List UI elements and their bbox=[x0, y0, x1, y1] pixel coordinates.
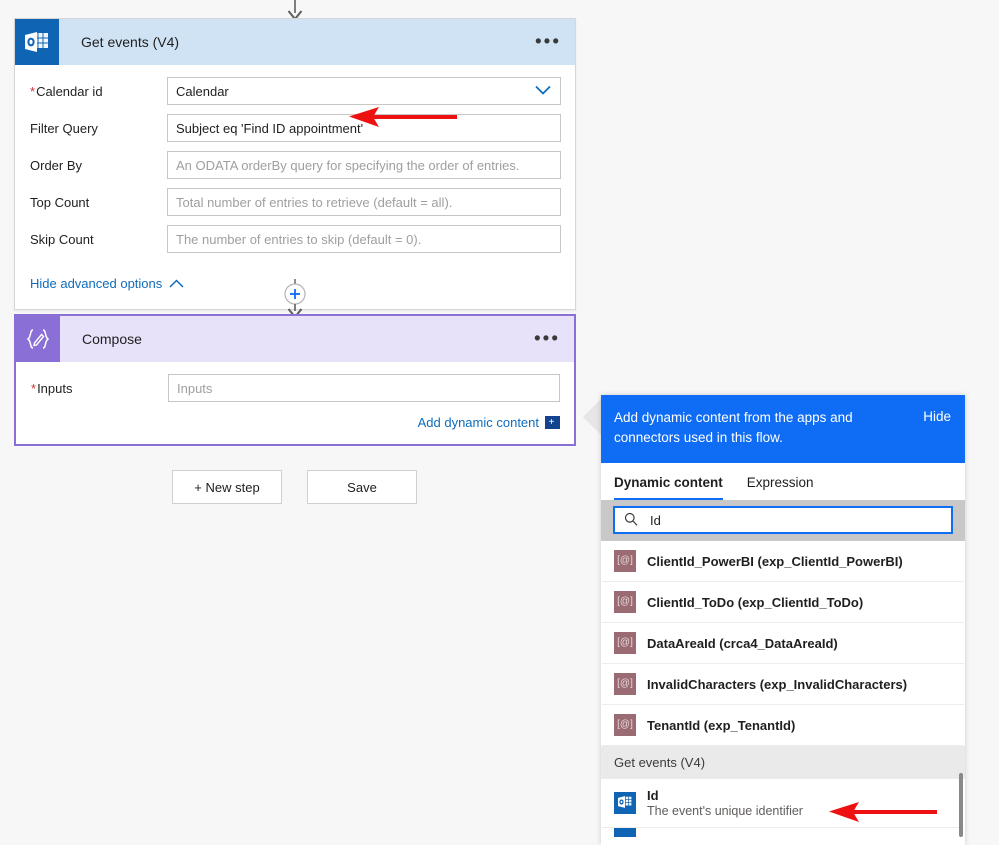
filter-query-value: Subject eq 'Find ID appointment' bbox=[176, 120, 364, 136]
list-item[interactable]: [@] DataAreaId (crca4_DataAreaId) bbox=[602, 623, 964, 664]
expression-variable-icon: [@] bbox=[614, 673, 636, 695]
save-button[interactable]: Save bbox=[307, 470, 417, 504]
outlook-calendar-icon bbox=[614, 828, 636, 837]
tab-expression[interactable]: Expression bbox=[747, 475, 814, 500]
dynamic-content-search-area bbox=[601, 500, 965, 541]
dynamic-content-panel-description: Add dynamic content from the apps and co… bbox=[614, 410, 853, 445]
search-icon bbox=[624, 512, 638, 529]
expression-variable-icon: [@] bbox=[614, 591, 636, 613]
list-item-label: InvalidCharacters (exp_InvalidCharacters… bbox=[647, 676, 908, 692]
hide-panel-button[interactable]: Hide bbox=[923, 408, 951, 424]
chevron-up-icon bbox=[169, 276, 184, 291]
add-dynamic-content-badge-icon[interactable]: + bbox=[545, 416, 560, 429]
card-compose-header[interactable]: Compose ••• bbox=[16, 316, 574, 362]
list-item-label: ClientId_PowerBI (exp_ClientId_PowerBI) bbox=[647, 553, 903, 569]
expression-variable-icon: [@] bbox=[614, 714, 636, 736]
expression-variable-icon: [@] bbox=[614, 550, 636, 572]
card-compose[interactable]: Compose ••• *Inputs Inputs Add dynamic c… bbox=[14, 314, 576, 446]
dynamic-content-group-header: Get events (V4) bbox=[601, 746, 965, 779]
dynamic-content-list[interactable]: [@] ClientId_PowerBI (exp_ClientId_Power… bbox=[601, 541, 965, 837]
search-input[interactable] bbox=[648, 511, 942, 529]
calendar-id-input[interactable]: Calendar bbox=[167, 77, 561, 105]
list-item-label: ClientId_ToDo (exp_ClientId_ToDo) bbox=[647, 594, 864, 610]
filter-query-input[interactable]: Subject eq 'Find ID appointment' bbox=[167, 114, 561, 142]
field-row-filter-query: Filter Query Subject eq 'Find ID appoint… bbox=[29, 114, 561, 142]
outlook-calendar-icon bbox=[614, 792, 636, 814]
card-get-events-overflow-menu[interactable]: ••• bbox=[535, 33, 561, 52]
field-row-inputs: *Inputs Inputs bbox=[30, 374, 560, 402]
add-dynamic-content-row: Add dynamic content + bbox=[30, 411, 560, 444]
dynamic-content-search-box[interactable] bbox=[613, 506, 953, 534]
skip-count-placeholder: The number of entries to skip (default =… bbox=[176, 231, 422, 247]
list-item[interactable]: [@] InvalidCharacters (exp_InvalidCharac… bbox=[602, 664, 964, 705]
card-compose-body: *Inputs Inputs Add dynamic content + bbox=[16, 362, 574, 444]
compose-inputs-placeholder: Inputs bbox=[177, 380, 213, 396]
field-label-inputs: *Inputs bbox=[31, 380, 73, 396]
required-indicator: * bbox=[30, 83, 36, 99]
tab-dynamic-content[interactable]: Dynamic content bbox=[614, 475, 723, 500]
top-count-input[interactable]: Total number of entries to retrieve (def… bbox=[167, 188, 561, 216]
card-get-events-title: Get events (V4) bbox=[81, 34, 180, 50]
field-row-skip-count: Skip Count The number of entries to skip… bbox=[29, 225, 561, 253]
field-label-top-count: Top Count bbox=[30, 194, 90, 210]
card-get-events-header[interactable]: Get events (V4) ••• bbox=[15, 19, 575, 65]
list-item-description: The event's unique identifier bbox=[647, 804, 803, 818]
dynamic-content-panel[interactable]: Add dynamic content from the apps and co… bbox=[601, 395, 965, 845]
card-compose-overflow-menu[interactable]: ••• bbox=[534, 330, 560, 349]
dynamic-content-panel-header: Add dynamic content from the apps and co… bbox=[601, 395, 965, 463]
calendar-id-value: Calendar bbox=[176, 83, 229, 99]
compose-inputs-input[interactable]: Inputs bbox=[168, 374, 560, 402]
card-get-events[interactable]: Get events (V4) ••• *Calendar id Calenda… bbox=[14, 18, 576, 310]
hide-advanced-options-label: Hide advanced options bbox=[30, 276, 163, 291]
chevron-down-icon[interactable] bbox=[535, 84, 551, 99]
skip-count-input[interactable]: The number of entries to skip (default =… bbox=[167, 225, 561, 253]
order-by-placeholder: An ODATA orderBy query for specifying th… bbox=[176, 157, 520, 173]
list-item[interactable]: [@] ClientId_ToDo (exp_ClientId_ToDo) bbox=[602, 582, 964, 623]
top-count-placeholder: Total number of entries to retrieve (def… bbox=[176, 194, 453, 210]
list-item-id[interactable]: Id The event's unique identifier bbox=[602, 779, 964, 828]
card-compose-title: Compose bbox=[82, 331, 142, 347]
list-item[interactable]: [@] ClientId_PowerBI (exp_ClientId_Power… bbox=[602, 541, 964, 582]
new-step-button[interactable]: + New step bbox=[172, 470, 282, 504]
field-row-order-by: Order By An ODATA orderBy query for spec… bbox=[29, 151, 561, 179]
outlook-calendar-icon bbox=[15, 19, 59, 65]
panel-pointer-caret-icon bbox=[583, 399, 601, 435]
card-get-events-body: *Calendar id Calendar Filter Query Subje… bbox=[15, 65, 575, 309]
field-label-filter-query: Filter Query bbox=[30, 120, 98, 136]
dynamic-content-tabs: Dynamic content Expression bbox=[601, 463, 965, 500]
field-row-calendar-id: *Calendar id Calendar bbox=[29, 77, 561, 105]
field-label-skip-count: Skip Count bbox=[30, 231, 94, 247]
order-by-input[interactable]: An ODATA orderBy query for specifying th… bbox=[167, 151, 561, 179]
list-item-label: Id bbox=[647, 788, 659, 803]
list-item-label: TenantId (exp_TenantId) bbox=[647, 717, 796, 733]
field-label-calendar-id: *Calendar id bbox=[30, 83, 103, 99]
list-item[interactable]: [@] TenantId (exp_TenantId) bbox=[602, 705, 964, 746]
field-row-top-count: Top Count Total number of entries to ret… bbox=[29, 188, 561, 216]
flow-action-buttons: + New step Save bbox=[172, 470, 417, 504]
list-item-id-text: Id The event's unique identifier bbox=[647, 788, 803, 818]
list-item-partial[interactable] bbox=[602, 828, 964, 837]
compose-braces-pencil-icon bbox=[16, 316, 60, 362]
add-dynamic-content-link[interactable]: Add dynamic content bbox=[418, 415, 539, 430]
expression-variable-icon: [@] bbox=[614, 632, 636, 654]
panel-scrollbar[interactable] bbox=[959, 773, 963, 837]
list-item-label: DataAreaId (crca4_DataAreaId) bbox=[647, 635, 838, 651]
required-indicator: * bbox=[31, 380, 37, 396]
field-label-order-by: Order By bbox=[30, 157, 83, 173]
